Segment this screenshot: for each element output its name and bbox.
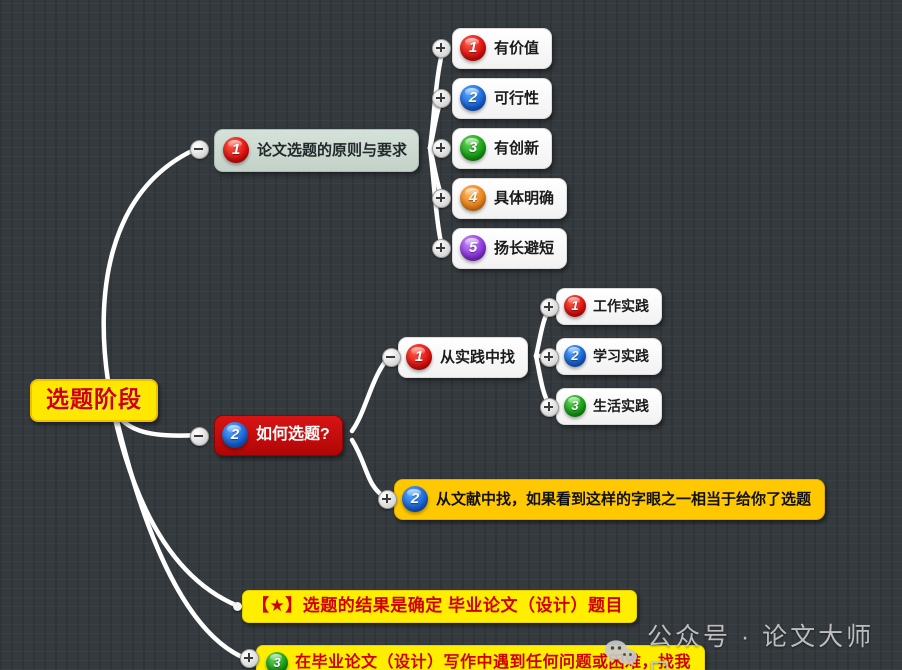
node-from-practice-label: 从实践中找 [440, 348, 516, 366]
node-strengths-label: 扬长避短 [494, 239, 555, 257]
badge-icon: 2 [402, 486, 428, 512]
expand-handle-contact-me[interactable] [240, 649, 259, 668]
expand-handle-life-practice[interactable] [540, 398, 559, 417]
collapse-handle-from-practice[interactable] [382, 348, 401, 367]
expand-handle-innovation[interactable] [432, 139, 451, 158]
node-howto-label: 如何选题? [256, 426, 330, 443]
link-howto-practice [349, 353, 393, 434]
node-from-literature-label: 从文献中找，如果看到这样的字眼之一相当于给你了选题 [436, 490, 812, 508]
link-howto-literature [349, 437, 389, 501]
node-study-practice-label: 学习实践 [593, 348, 649, 364]
node-feasibility-label: 可行性 [494, 89, 540, 107]
node-principles[interactable]: 1 论文选题的原则与要求 [214, 129, 420, 172]
expand-handle-feasibility[interactable] [432, 89, 451, 108]
root-node-label: 选题阶段 [46, 386, 142, 412]
badge-icon: 3 [460, 135, 486, 161]
badge-number: 2 [468, 89, 478, 106]
badge-icon: 1 [564, 295, 586, 317]
node-result-label: 【★】选题的结果是确定 毕业论文（设计）题目 [252, 596, 623, 615]
root-node[interactable]: 选题阶段 [30, 379, 158, 422]
node-result[interactable]: 【★】选题的结果是确定 毕业论文（设计）题目 [242, 590, 637, 623]
node-study-practice[interactable]: 2 学习实践 [556, 338, 662, 375]
node-life-practice-label: 生活实践 [593, 398, 649, 414]
node-innovation[interactable]: 3 有创新 [452, 128, 553, 169]
node-value-label: 有价值 [494, 39, 540, 57]
node-principles-label: 论文选题的原则与要求 [257, 141, 408, 159]
expand-handle-strengths[interactable] [432, 239, 451, 258]
expand-handle-study-practice[interactable] [540, 348, 559, 367]
node-specific[interactable]: 4 具体明确 [452, 178, 568, 219]
mindmap-canvas: 选题阶段 1 论文选题的原则与要求 1 有价值 2 可行性 3 有创新 4 具体… [0, 0, 902, 670]
badge-number: 3 [273, 655, 281, 670]
badge-icon: 4 [460, 185, 486, 211]
badge-number: 1 [414, 348, 424, 365]
node-from-practice[interactable]: 1 从实践中找 [398, 337, 529, 378]
endpoint-dot-result [233, 602, 242, 611]
badge-icon: 1 [460, 35, 486, 61]
expand-handle-from-literature[interactable] [378, 490, 397, 509]
badge-number: 2 [571, 348, 579, 363]
watermark: 公众号 · 论文大师兄 [604, 617, 902, 670]
badge-number: 1 [231, 141, 241, 158]
node-innovation-label: 有创新 [494, 139, 540, 157]
node-howto[interactable]: 2 如何选题? [214, 415, 343, 456]
node-work-practice[interactable]: 1 工作实践 [556, 288, 662, 325]
expand-handle-specific[interactable] [432, 189, 451, 208]
badge-number: 1 [468, 39, 478, 56]
node-from-literature[interactable]: 2 从文献中找，如果看到这样的字眼之一相当于给你了选题 [394, 479, 826, 520]
watermark-text: 公众号 · 论文大师兄 [646, 623, 875, 670]
badge-icon: 2 [564, 345, 586, 367]
badge-icon: 1 [406, 344, 432, 370]
badge-icon: 1 [223, 137, 249, 163]
expand-handle-work-practice[interactable] [540, 298, 559, 317]
badge-number: 3 [571, 398, 579, 413]
badge-icon: 3 [266, 652, 288, 670]
badge-number: 2 [230, 426, 240, 443]
badge-number: 5 [468, 239, 478, 256]
collapse-handle-principles[interactable] [190, 140, 209, 159]
badge-icon: 3 [564, 395, 586, 417]
node-work-practice-label: 工作实践 [593, 298, 649, 314]
badge-number: 2 [410, 490, 420, 507]
node-strengths[interactable]: 5 扬长避短 [452, 228, 568, 269]
node-feasibility[interactable]: 2 可行性 [452, 78, 553, 119]
badge-number: 4 [468, 189, 478, 206]
badge-icon: 2 [222, 422, 248, 448]
expand-handle-value[interactable] [432, 39, 451, 58]
badge-icon: 2 [460, 85, 486, 111]
collapse-handle-howto[interactable] [190, 427, 209, 446]
connector-layer [101, 44, 553, 660]
badge-icon: 5 [460, 235, 486, 261]
wechat-icon [604, 640, 637, 667]
node-value[interactable]: 1 有价值 [452, 28, 553, 69]
link-root-principles [101, 145, 201, 384]
node-specific-label: 具体明确 [494, 189, 555, 207]
badge-number: 3 [468, 139, 478, 156]
node-life-practice[interactable]: 3 生活实践 [556, 388, 662, 425]
badge-number: 1 [571, 298, 579, 313]
